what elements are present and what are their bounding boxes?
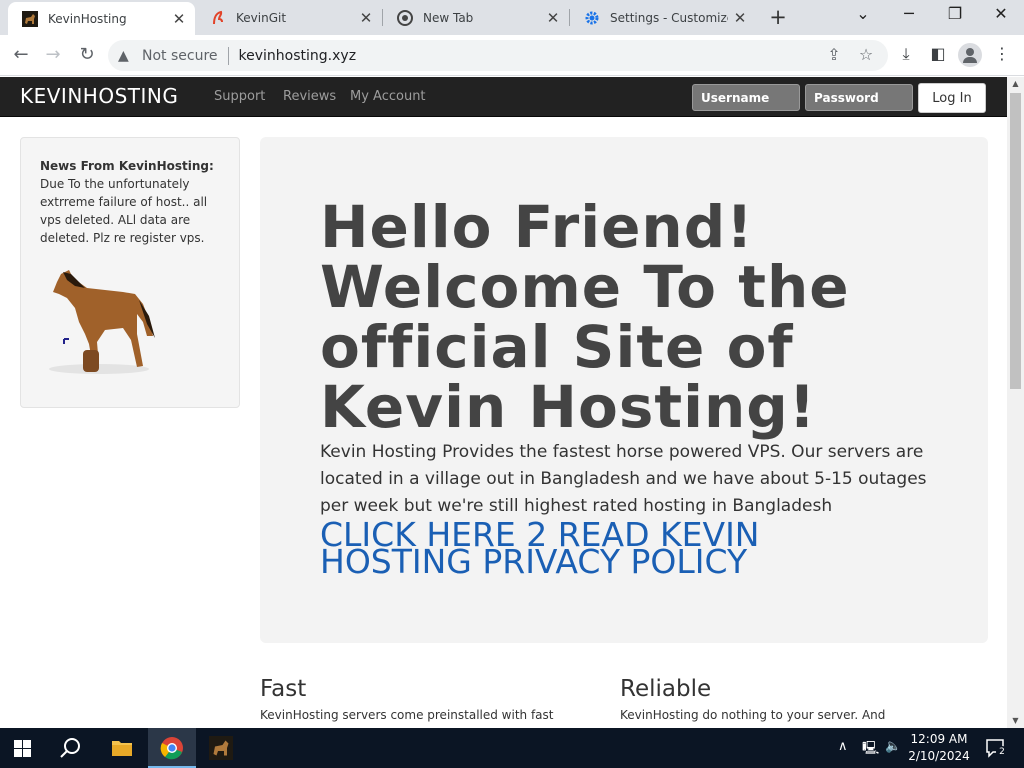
feature-reliable: Reliable KevinHosting do nothing to your… [620,676,940,722]
browser-toolbar: ← → ↻ ▲ Not secure kevinhosting.xyz ⇪ ☆ … [0,35,1024,76]
nav-link-my-account[interactable]: My Account [350,89,426,104]
tab-title: New Tab [423,10,474,25]
feature-fast: Fast KevinHosting servers come preinstal… [260,676,580,722]
windows-start-icon[interactable] [14,740,31,757]
news-panel: News From KevinHosting: Due To the unfor… [20,137,240,408]
address-bar[interactable]: ▲ Not secure kevinhosting.xyz ⇪ ☆ [108,40,888,71]
tab-kevingit[interactable]: KevinGit ✕ [196,0,382,35]
tab-new-tab[interactable]: New Tab ✕ [383,0,569,35]
tab-title: KevinHosting [48,11,127,26]
menu-kebab-icon[interactable]: ⋮ [990,44,1014,63]
folder-icon [112,741,132,756]
network-icon[interactable]: 🖳 [862,739,879,761]
nav-link-support[interactable]: Support [214,89,265,104]
hero-description: Kevin Hosting Provides the fastest horse… [320,442,927,516]
minimize-button[interactable]: ─ [894,4,924,23]
kevinhosting-taskbar-item[interactable] [197,728,245,768]
username-input[interactable] [692,84,800,111]
chrome-favicon-icon [397,9,413,26]
feature-title: Reliable [620,676,712,702]
news-body: Due To the unfortunately extrreme failur… [40,177,208,245]
scroll-down-arrow-icon[interactable]: ▼ [1007,714,1024,728]
feature-title: Fast [260,676,307,702]
nav-link-reviews[interactable]: Reviews [283,89,336,104]
download-icon[interactable]: ⤓ [894,44,918,64]
horse-image [49,270,155,374]
scroll-up-arrow-icon[interactable]: ▲ [1007,77,1024,91]
forward-arrow-icon[interactable]: → [41,44,65,68]
windows-taskbar: ∧ 🖳 🔈 12:09 AM 2/10/2024 2 [0,728,1024,768]
search-icon[interactable] [60,737,82,759]
share-icon[interactable]: ⇪ [824,45,844,64]
chrome-taskbar-item[interactable] [148,728,196,768]
tab-kevinhosting[interactable]: KevinHosting ✕ [8,2,195,35]
chrome-icon [160,737,183,760]
privacy-policy-link[interactable]: CLICK HERE 2 READ KEVIN HOSTING PRIVACY … [320,518,880,578]
settings-favicon-icon [585,11,599,24]
password-input[interactable] [805,84,913,111]
tab-title: KevinGit [236,10,287,25]
tab-settings[interactable]: Settings - Customize f ✕ [570,0,756,35]
new-tab-button[interactable]: + [766,5,790,29]
site-brand[interactable]: KEVINHOSTING [20,84,178,108]
scroll-thumb[interactable] [1010,93,1021,389]
tab-strip: KevinHosting ✕ KevinGit ✕ New Tab ✕ Sett… [0,0,1024,35]
horse-favicon-icon [22,10,38,27]
notification-count: 2 [996,746,1008,758]
news-text: News From KevinHosting: Due To the unfor… [40,157,226,247]
profile-avatar-icon[interactable] [958,43,982,67]
system-clock[interactable]: 12:09 AM 2/10/2024 [904,731,974,765]
feature-text: KevinHosting do nothing to your server. … [620,708,886,722]
file-explorer-taskbar-item[interactable] [98,728,146,768]
omnibox-divider [227,46,229,65]
web-page: KEVINHOSTING Support Reviews My Account … [0,77,1007,728]
close-tab-icon[interactable]: ✕ [358,9,374,27]
side-panel-icon[interactable]: ◧ [926,44,950,63]
volume-muted-icon[interactable]: 🔈 [885,739,901,754]
tab-title: Settings - Customize f [610,10,728,25]
back-arrow-icon[interactable]: ← [9,44,33,68]
clock-time: 12:09 AM [910,732,968,746]
close-tab-icon[interactable]: ✕ [545,9,561,27]
hero-jumbotron: Hello Friend! Welcome To the official Si… [260,137,988,643]
bookmark-star-icon[interactable]: ☆ [856,45,876,64]
security-label[interactable]: Not secure [142,48,218,64]
tab-search-chevron-icon[interactable]: ⌄ [848,4,878,23]
news-title: News From KevinHosting: [40,159,214,173]
horse-app-icon [209,736,233,760]
page-scrollbar[interactable]: ▲ ▼ [1007,77,1024,728]
git-favicon-icon [213,10,223,24]
close-tab-icon[interactable]: ✕ [171,10,187,28]
feature-text: KevinHosting servers come preinstalled w… [260,708,554,722]
close-tab-icon[interactable]: ✕ [732,9,748,27]
url-text[interactable]: kevinhosting.xyz [239,48,357,64]
clock-date: 2/10/2024 [908,749,970,763]
hero-title: Hello Friend! Welcome To the official Si… [320,193,850,441]
restore-button[interactable]: ❐ [940,4,970,23]
login-button[interactable]: Log In [918,83,986,113]
notification-center[interactable]: 2 [984,737,1008,759]
close-window-button[interactable]: ✕ [986,4,1016,23]
warning-icon[interactable]: ▲ [118,48,134,64]
site-navbar: KEVINHOSTING Support Reviews My Account … [0,77,1007,117]
tray-chevron-up-icon[interactable]: ∧ [838,739,848,754]
reload-icon[interactable]: ↻ [75,44,99,68]
